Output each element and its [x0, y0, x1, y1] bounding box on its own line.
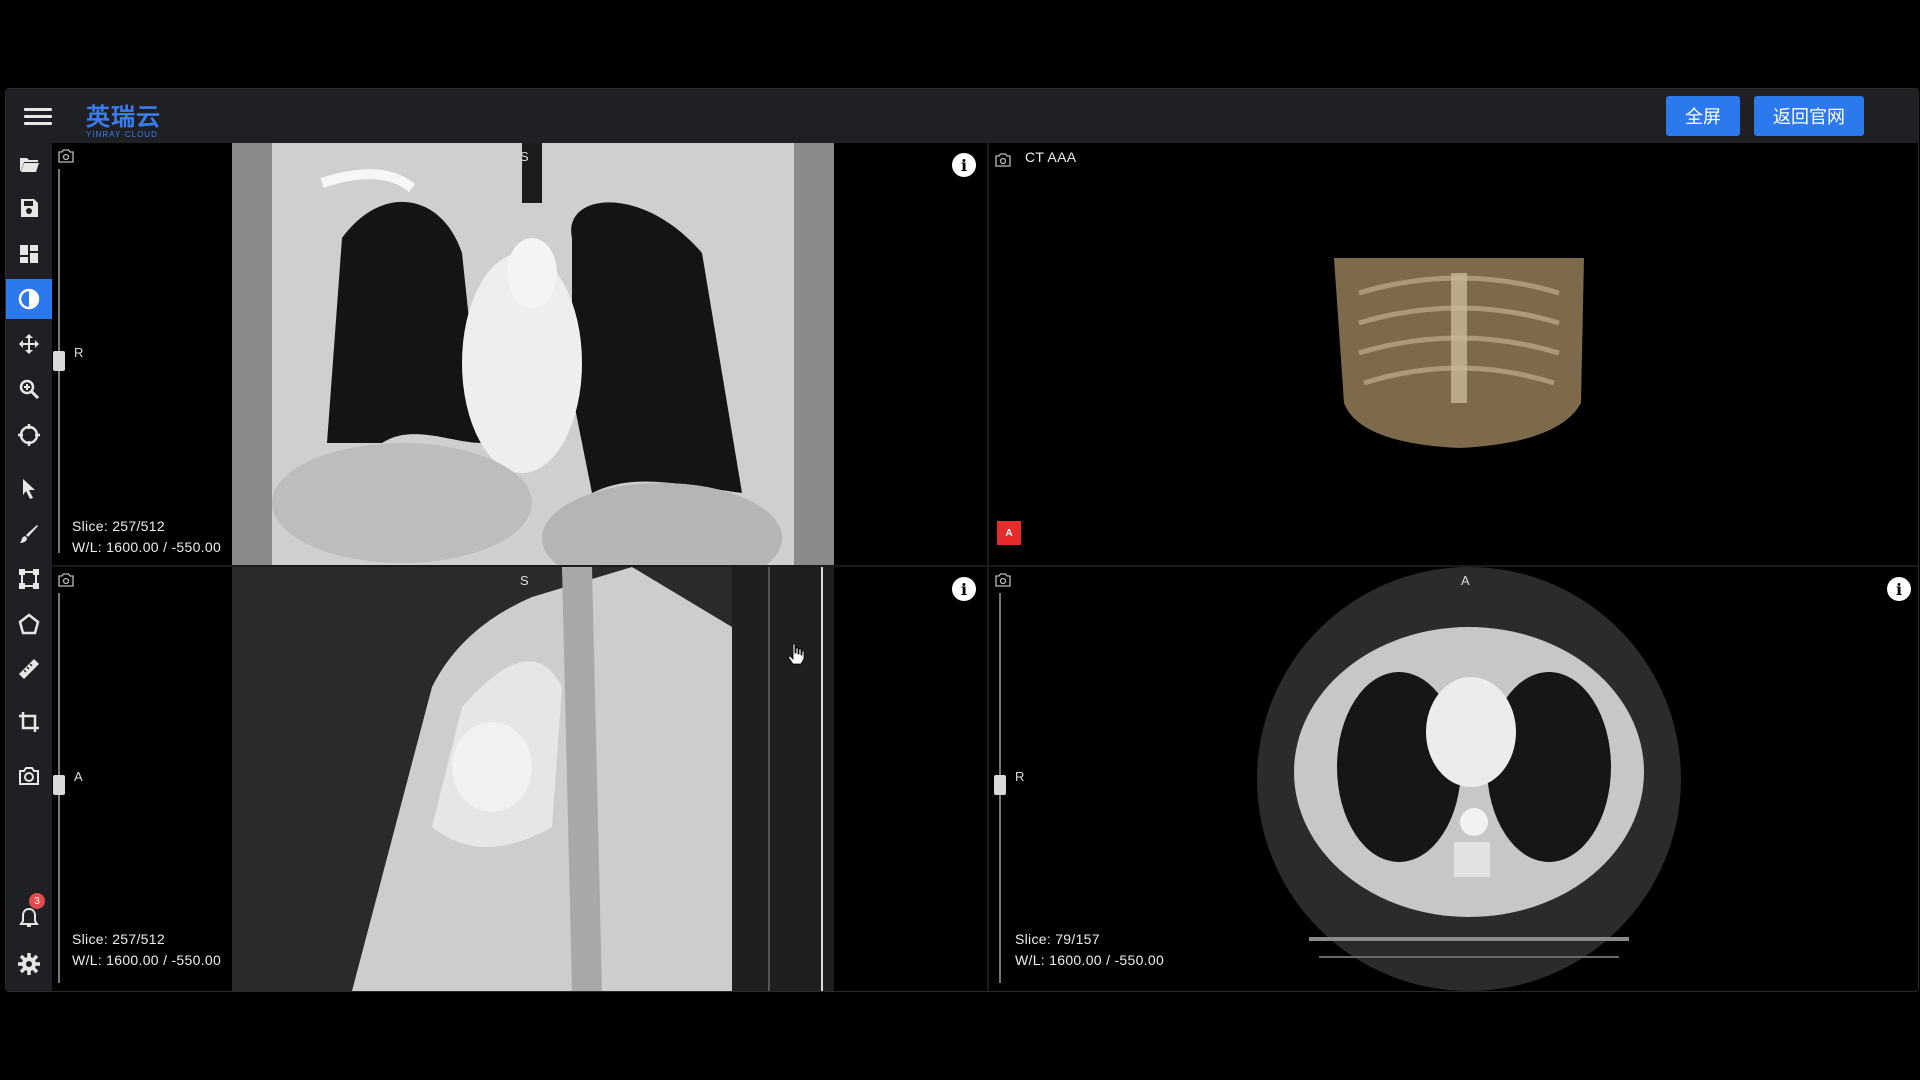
- pan-icon[interactable]: [14, 329, 44, 359]
- back-to-website-button[interactable]: 返回官网: [1754, 96, 1864, 136]
- orientation-left-label: R: [1015, 769, 1025, 784]
- series-label: CT AAA: [1025, 149, 1077, 165]
- snapshot-icon[interactable]: [995, 573, 1011, 587]
- logo-subtext: YINRAY·CLOUD: [86, 130, 158, 139]
- window-level-value: W/L: 1600.00 / -550.00: [1015, 952, 1165, 968]
- info-icon[interactable]: i: [952, 153, 976, 177]
- fullscreen-button[interactable]: 全屏: [1666, 96, 1740, 136]
- top-bar: 英瑞云 YINRAY·CLOUD 全屏 返回官网: [6, 89, 1918, 143]
- axial-ct-image: [1257, 567, 1681, 991]
- polygon-icon[interactable]: [14, 609, 44, 639]
- snapshot-icon[interactable]: [58, 149, 74, 163]
- window-level-value: W/L: 1600.00 / -550.00: [72, 952, 222, 968]
- slice-slider-thumb[interactable]: [53, 351, 65, 371]
- info-icon[interactable]: i: [952, 577, 976, 601]
- sagittal-viewport[interactable]: S A i Slice: 257/512 W/L: 1600.00 / -550…: [52, 567, 987, 991]
- logo-text: 英瑞云: [86, 103, 161, 131]
- slice-number: Slice: 257/512: [72, 931, 165, 947]
- settings-icon[interactable]: [14, 949, 44, 979]
- save-icon[interactable]: [14, 193, 44, 223]
- bounding-box-icon[interactable]: [14, 564, 44, 594]
- sagittal-ct-image: [232, 567, 834, 991]
- slice-overlay: Slice: 257/512 W/L: 1600.00 / -550.00: [72, 516, 221, 558]
- tool-sidebar: 3: [6, 143, 52, 991]
- orientation-marker: A: [997, 521, 1021, 545]
- folder-open-icon[interactable]: [14, 149, 44, 179]
- snapshot-icon[interactable]: [58, 573, 74, 587]
- logo: 英瑞云 YINRAY·CLOUD: [86, 97, 161, 139]
- snapshot-icon[interactable]: [995, 153, 1011, 167]
- window-level-icon[interactable]: [6, 279, 52, 319]
- hamburger-menu-icon[interactable]: [24, 104, 52, 128]
- slice-slider-thumb[interactable]: [53, 775, 65, 795]
- snapshot-icon[interactable]: [14, 761, 44, 791]
- slice-overlay: Slice: 79/157 W/L: 1600.00 / -550.00: [1015, 929, 1164, 971]
- orientation-top-label: S: [520, 149, 529, 164]
- orientation-left-label: R: [74, 345, 84, 360]
- hand-cursor-icon: [787, 643, 805, 665]
- slice-overlay: Slice: 257/512 W/L: 1600.00 / -550.00: [72, 929, 221, 971]
- brush-icon[interactable]: [14, 519, 44, 549]
- slice-number: Slice: 79/157: [1015, 931, 1100, 947]
- layout-icon[interactable]: [14, 239, 44, 269]
- axial-viewport[interactable]: A R i Slice: 79/157 W/L: 1600.00 / -550.…: [989, 567, 1918, 991]
- volume-render-image: [1334, 258, 1584, 448]
- ruler-icon[interactable]: [14, 654, 44, 684]
- info-icon[interactable]: i: [1887, 577, 1911, 601]
- crop-icon[interactable]: [14, 707, 44, 737]
- zoom-icon[interactable]: [14, 374, 44, 404]
- orientation-left-label: A: [74, 769, 83, 784]
- notification-badge: 3: [29, 893, 45, 909]
- slice-slider-thumb[interactable]: [994, 775, 1006, 795]
- coronal-ct-image: [232, 143, 834, 565]
- orientation-top-label: S: [520, 573, 529, 588]
- crosshair-icon[interactable]: [14, 420, 44, 450]
- orientation-top-label: A: [1461, 573, 1470, 588]
- pointer-icon[interactable]: [14, 474, 44, 504]
- viewer-app: 英瑞云 YINRAY·CLOUD 全屏 返回官网 3 S R i Slice: …: [5, 88, 1919, 992]
- bell-icon[interactable]: 3: [14, 893, 45, 933]
- coronal-viewport[interactable]: S R i Slice: 257/512 W/L: 1600.00 / -550…: [52, 143, 987, 565]
- slice-number: Slice: 257/512: [72, 518, 165, 534]
- volume-render-viewport[interactable]: CT AAA A: [989, 143, 1918, 565]
- window-level-value: W/L: 1600.00 / -550.00: [72, 539, 222, 555]
